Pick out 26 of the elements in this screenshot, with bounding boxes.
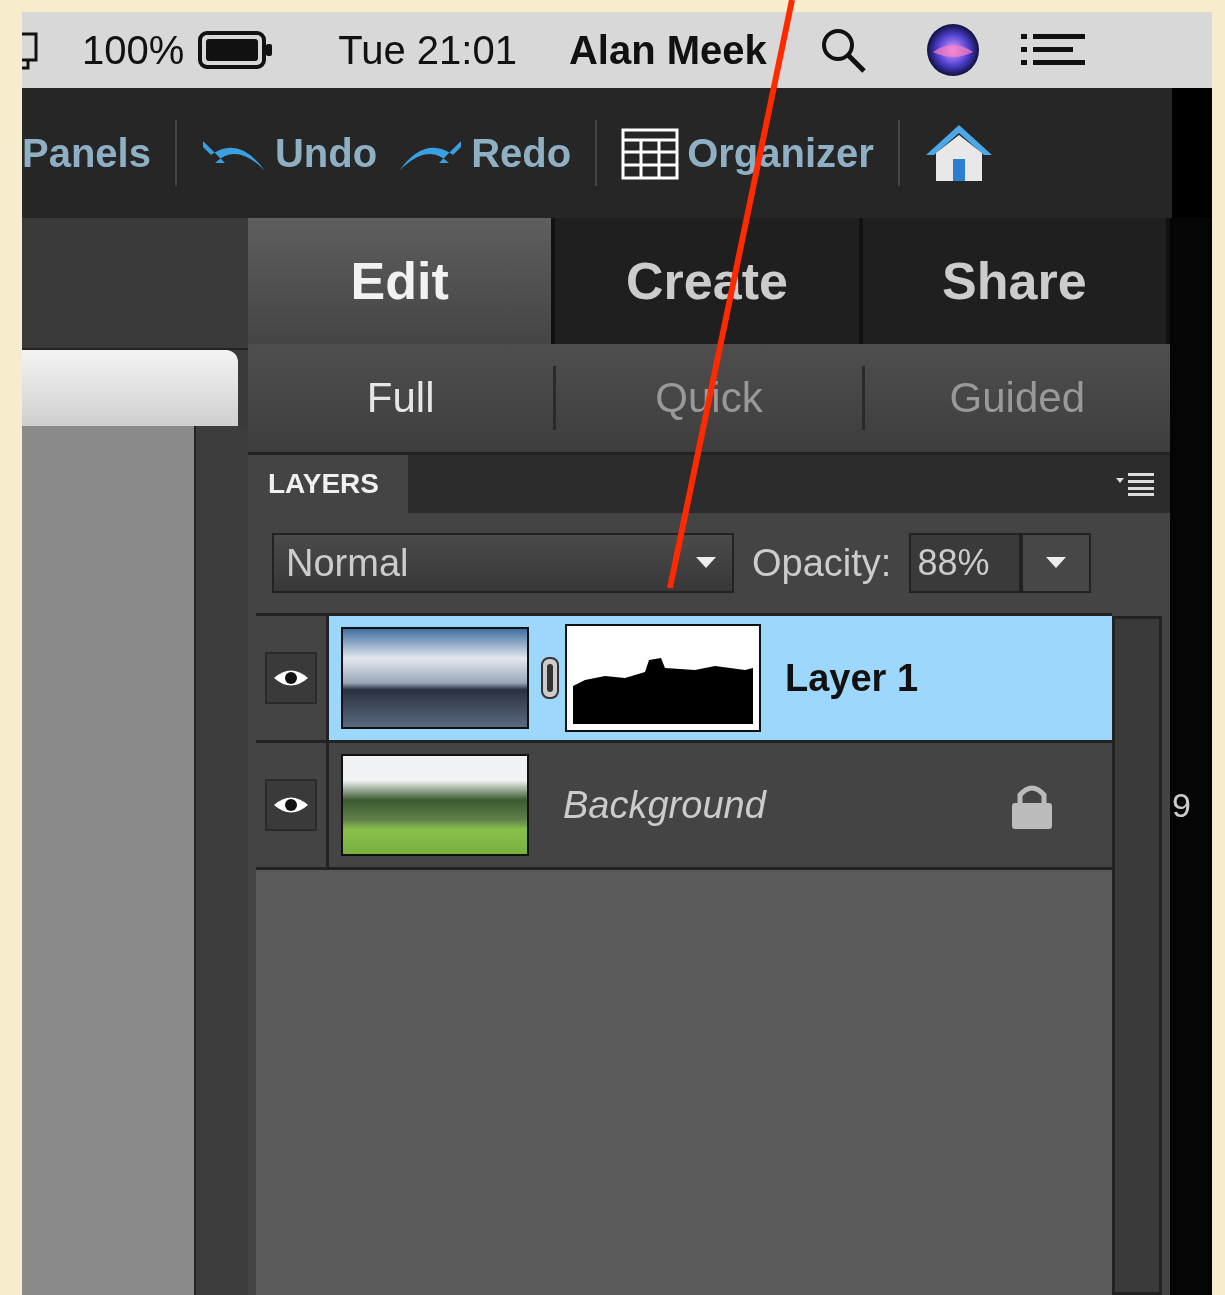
orb-icon[interactable] — [924, 22, 981, 78]
scrollbar-track[interactable] — [1112, 616, 1162, 1295]
mode-tab[interactable]: Edit — [248, 218, 556, 344]
layers-tab[interactable]: LAYERS — [248, 455, 408, 513]
caret-icon — [696, 557, 716, 569]
opacity-label: Opacity: — [752, 541, 892, 585]
opacity-dropdown-button[interactable] — [1021, 533, 1092, 593]
grid-icon — [621, 126, 680, 180]
visibility-toggle[interactable] — [265, 652, 317, 704]
panels-button[interactable]: Panels — [22, 130, 161, 176]
submode-tab[interactable]: Full — [248, 373, 554, 423]
blend-mode-dropdown[interactable]: Normal — [272, 533, 734, 593]
undo-button[interactable]: Undo — [190, 130, 388, 176]
edge-text: 9 — [1172, 786, 1191, 825]
battery-icon[interactable] — [198, 30, 275, 70]
redo-button[interactable]: Redo — [387, 130, 582, 176]
opacity-field[interactable]: 88% — [909, 533, 1022, 593]
visibility-toggle[interactable] — [265, 779, 317, 831]
clock[interactable]: Tue 21:01 — [338, 27, 517, 73]
caret-icon — [1046, 557, 1067, 569]
battery-percent: 100% — [82, 27, 185, 73]
layer-name: Layer 1 — [785, 656, 919, 700]
panel-menu-icon[interactable] — [1116, 472, 1156, 496]
user-name[interactable]: Alan Meek — [568, 27, 767, 73]
layer-name: Background — [563, 783, 766, 827]
layer-row[interactable]: Layer 1 — [329, 616, 1112, 740]
